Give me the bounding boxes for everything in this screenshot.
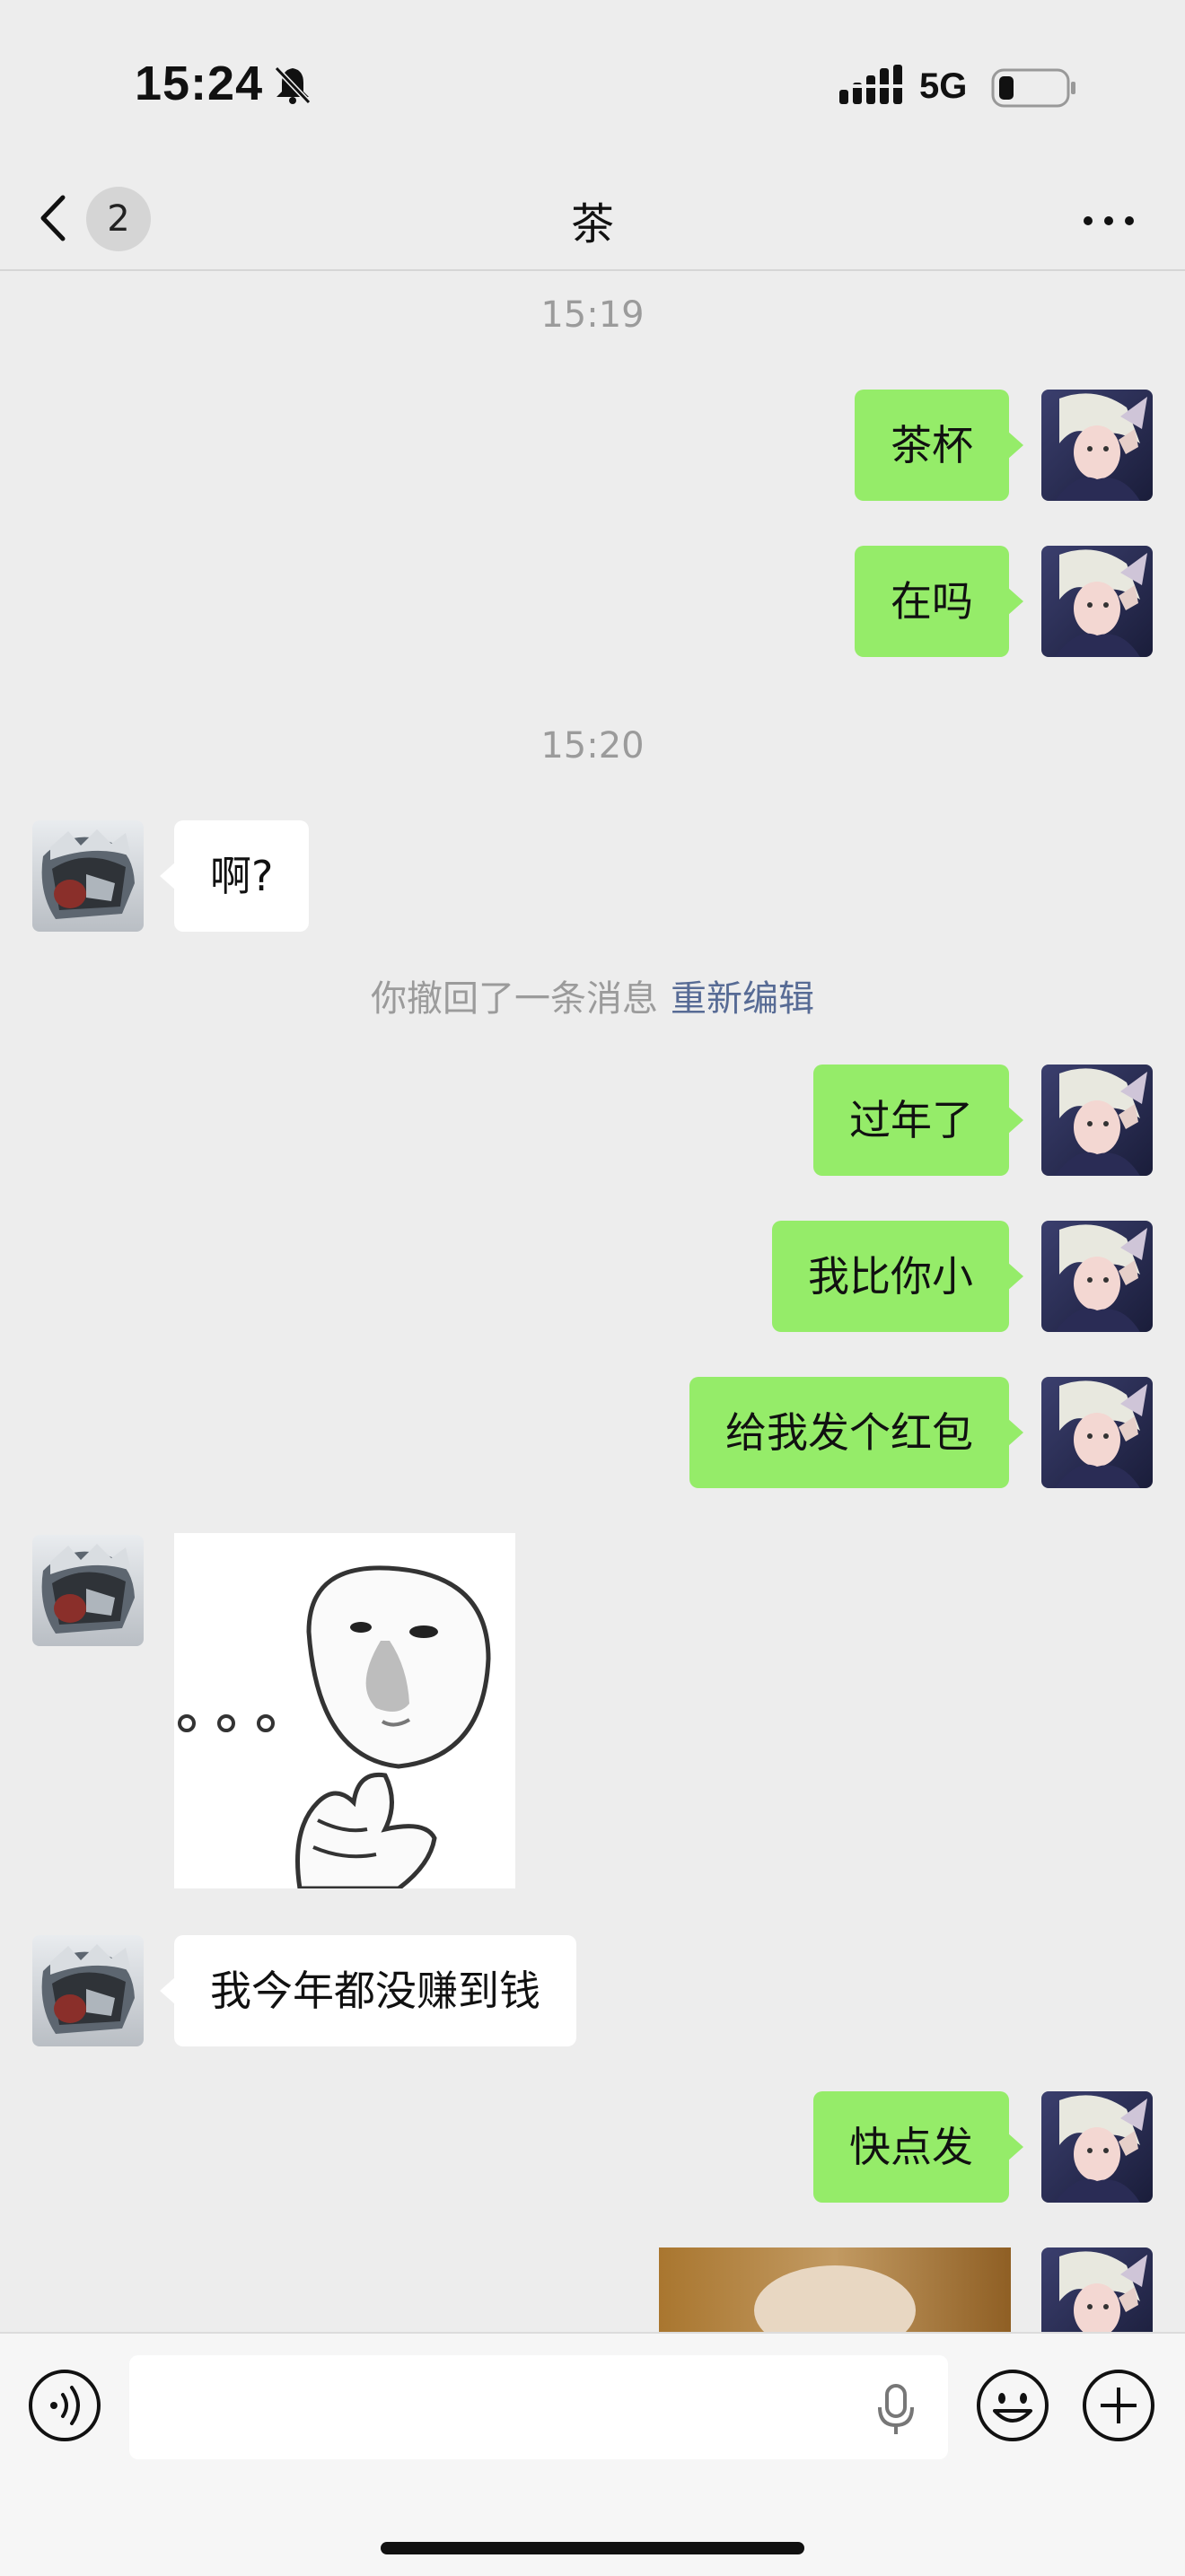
timestamp: 15:20 — [540, 725, 645, 767]
my-avatar[interactable] — [1041, 390, 1153, 501]
my-avatar[interactable] — [1041, 1221, 1153, 1332]
timestamp: 15:19 — [540, 294, 645, 336]
message-bubble[interactable]: 啊? — [159, 820, 310, 932]
network-type: 5G — [919, 66, 968, 106]
status-time: 15:24 — [135, 57, 264, 110]
mic-icon[interactable] — [871, 2382, 921, 2436]
my-avatar[interactable] — [1041, 546, 1153, 657]
battery-icon — [991, 68, 1077, 108]
message-bubble[interactable]: 我比你小 — [772, 1221, 1023, 1332]
signal-icon — [839, 65, 902, 106]
recall-text: 你撤回了一条消息 — [371, 978, 658, 1020]
bell-off-icon — [271, 63, 314, 106]
contact-avatar[interactable] — [32, 1935, 144, 2046]
message-bubble[interactable]: 在吗 — [855, 546, 1023, 657]
sticker-image[interactable] — [174, 1533, 515, 1891]
message-bubble[interactable]: 我今年都没赚到钱 — [160, 1935, 576, 2046]
photo-message[interactable] — [659, 2247, 1011, 2334]
plus-icon[interactable] — [1081, 2368, 1156, 2443]
my-avatar[interactable] — [1041, 1377, 1153, 1488]
input-bar — [0, 2332, 1185, 2576]
message-bubble[interactable]: 给我发个红包 — [689, 1377, 1023, 1488]
message-bubble[interactable]: 茶杯 — [855, 390, 1023, 501]
more-icon[interactable] — [1077, 203, 1140, 239]
contact-avatar[interactable] — [32, 820, 144, 932]
message-bubble[interactable]: 快点发 — [813, 2091, 1023, 2203]
my-avatar[interactable] — [1041, 1065, 1153, 1176]
emoji-icon[interactable] — [975, 2368, 1050, 2443]
message-bubble[interactable]: 过年了 — [813, 1065, 1023, 1176]
home-indicator[interactable] — [381, 2542, 804, 2554]
my-avatar[interactable] — [1041, 2091, 1153, 2203]
voice-icon[interactable] — [27, 2368, 102, 2443]
re-edit-link[interactable]: 重新编辑 — [671, 978, 814, 1020]
status-bar: 15:24 5G — [0, 0, 1185, 171]
chat-title: 茶 — [570, 199, 614, 250]
chat-header: 2 茶 — [0, 171, 1185, 271]
message-input[interactable] — [129, 2355, 948, 2459]
recall-notice: 你撤回了一条消息 重新编辑 — [0, 969, 1185, 1021]
contact-avatar[interactable] — [32, 1535, 144, 1646]
